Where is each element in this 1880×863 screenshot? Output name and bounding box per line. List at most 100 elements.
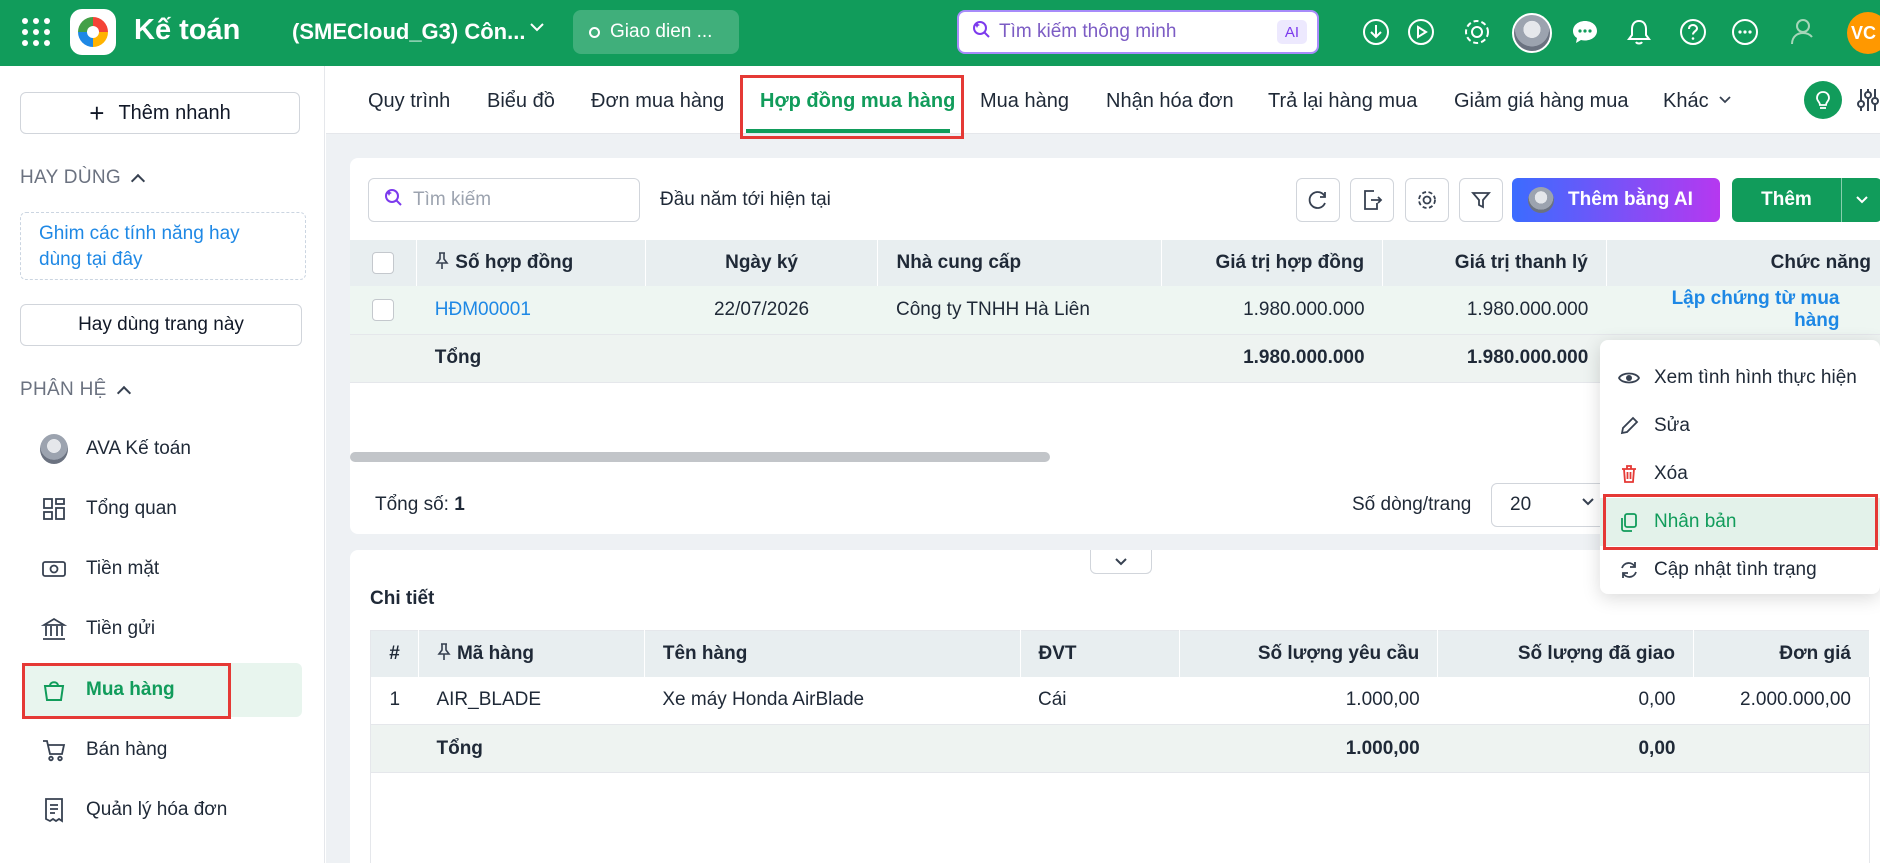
gear-icon[interactable] — [1461, 16, 1493, 48]
chevron-down-icon — [1580, 494, 1596, 516]
quantity-delivered: 0,00 — [1437, 676, 1694, 725]
cash-icon — [40, 555, 68, 583]
create-purchase-voucher-link[interactable]: Lập chứng từ mua hàng — [1606, 286, 1880, 335]
frequent-page-button[interactable]: Hay dùng trang này — [20, 304, 302, 346]
menu-item-delete[interactable]: Xóa — [1600, 450, 1880, 498]
bell-icon[interactable] — [1623, 16, 1655, 48]
contract-number-link[interactable]: HĐM00001 — [416, 286, 646, 335]
chat-icon[interactable] — [1569, 16, 1601, 48]
column-header[interactable]: Đơn giá — [1693, 630, 1871, 677]
column-header[interactable]: Tên hàng — [644, 630, 1021, 677]
total-row: Tổng 1.000,00 0,00 — [370, 724, 1870, 773]
more-icon[interactable] — [1729, 16, 1761, 48]
column-header[interactable]: Số lượng đã giao — [1437, 630, 1694, 677]
row-checkbox[interactable] — [372, 298, 395, 321]
export-icon — [1364, 190, 1383, 210]
tab-khac-label: Khác — [1663, 90, 1709, 112]
top-bar: Kế toán (SMECloud_G3) Côn... Giao dien .… — [0, 0, 1880, 66]
sidebar-item-quan-ly-hoa-don[interactable]: Quản lý hóa đơn — [22, 783, 302, 837]
column-header[interactable]: Giá trị thanh lý — [1382, 240, 1607, 286]
sparkle-search-icon — [383, 187, 403, 213]
app-launcher-icon[interactable] — [22, 18, 50, 46]
settings-button[interactable] — [1405, 178, 1449, 222]
modules-section-header[interactable]: PHÂN HỆ — [20, 379, 131, 401]
sidebar-item-ava-ke-toan[interactable]: AVA Kế toán — [22, 422, 302, 476]
tab-giam-gia-hang-mua[interactable]: Giảm giá hàng mua — [1454, 90, 1629, 113]
circle-icon — [589, 26, 600, 38]
user-settings-icon[interactable] — [1789, 16, 1821, 48]
tab-khac[interactable]: Khác — [1663, 90, 1732, 113]
sliders-icon[interactable] — [1856, 86, 1880, 119]
menu-item-update-status[interactable]: Cập nhật tình trạng — [1600, 546, 1880, 594]
table-row[interactable]: 1 AIR_BLADE Xe máy Honda AirBlade Cái 1.… — [370, 676, 1870, 725]
export-button[interactable] — [1350, 178, 1394, 222]
chevron-down-icon — [1719, 96, 1731, 104]
rows-per-page-select[interactable]: 20 — [1491, 483, 1611, 527]
select-all-checkbox[interactable] — [372, 251, 395, 274]
liquidation-value: 1.980.000.000 — [1382, 286, 1607, 335]
column-header[interactable]: Số lượng yêu cầu — [1179, 630, 1439, 677]
frequent-section-label: HAY DÙNG — [20, 167, 121, 188]
table-row[interactable]: HĐM00001 22/07/2026 Công ty TNHH Hà Liên… — [350, 286, 1880, 335]
column-header: Chức năng — [1606, 240, 1880, 286]
refresh-button[interactable] — [1296, 178, 1340, 222]
search-input[interactable]: Tìm kiếm — [368, 178, 640, 222]
tab-mua-hang[interactable]: Mua hàng — [980, 90, 1069, 113]
column-header[interactable]: Số hợp đồng — [416, 240, 646, 286]
menu-item-edit[interactable]: Sửa — [1600, 402, 1880, 450]
tab-bieu-do[interactable]: Biểu đồ — [487, 90, 555, 113]
quick-add-button[interactable]: + Thêm nhanh — [20, 92, 300, 134]
theme-button[interactable]: Giao dien ... — [573, 10, 739, 54]
column-header[interactable]: Mã hàng — [418, 630, 645, 677]
column-header[interactable]: Nhà cung cấp — [877, 240, 1162, 286]
pin-hint: Ghim các tính năng hay dùng tại đây — [20, 212, 306, 280]
cart-icon — [40, 736, 68, 764]
tab-tra-lai-hang-mua[interactable]: Trả lại hàng mua — [1268, 90, 1417, 113]
refresh-icon — [1308, 191, 1326, 209]
sidebar-item-label: Tiền gửi — [86, 618, 156, 639]
chevron-up-icon — [130, 173, 146, 189]
tab-quy-trinh[interactable]: Quy trình — [368, 90, 450, 113]
row-actions-menu: Xem tình hình thực hiện Sửa Xóa Nhân bản… — [1600, 340, 1880, 594]
column-header-label: Mã hàng — [456, 642, 535, 664]
filter-icon — [1471, 192, 1491, 209]
tab-nhan-hoa-don[interactable]: Nhận hóa đơn — [1106, 90, 1234, 113]
refresh-icon — [1618, 559, 1640, 581]
total-contract-value: 1.980.000.000 — [1161, 334, 1383, 383]
lightbulb-icon[interactable] — [1804, 81, 1842, 119]
collapse-toggle[interactable] — [1090, 550, 1152, 574]
user-initials-avatar[interactable]: VC — [1847, 12, 1880, 54]
column-header[interactable]: Giá trị hợp đồng — [1161, 240, 1384, 286]
period-filter[interactable]: Đầu năm tới hiện tại — [660, 189, 831, 211]
sidebar-item-tien-mat[interactable]: Tiền mặt — [22, 542, 302, 596]
filter-button[interactable] — [1459, 178, 1503, 222]
avatar[interactable] — [1511, 12, 1553, 54]
theme-label: Giao dien ... — [610, 21, 713, 42]
tab-don-mua-hang[interactable]: Đơn mua hàng — [591, 90, 724, 113]
quick-add-label: Thêm nhanh — [118, 101, 231, 124]
sidebar-item-tong-quan[interactable]: Tổng quan — [22, 482, 302, 536]
row-checkbox-cell[interactable] — [350, 286, 417, 335]
sidebar-item-ban-hang[interactable]: Bán hàng — [22, 723, 302, 777]
rows-per-page-value: 20 — [1510, 494, 1532, 515]
horizontal-scrollbar[interactable] — [350, 452, 1050, 462]
sidebar-item-tien-gui[interactable]: Tiền gửi — [22, 602, 302, 656]
download-icon[interactable] — [1360, 16, 1392, 48]
chevron-down-icon[interactable] — [1842, 192, 1880, 208]
select-all-cell[interactable] — [350, 240, 418, 286]
trash-icon — [1618, 463, 1640, 485]
total-count-value: 1 — [454, 494, 465, 515]
frequent-section-header[interactable]: HAY DÙNG — [20, 167, 146, 189]
help-icon[interactable] — [1677, 16, 1709, 48]
column-header[interactable]: ĐVT — [1020, 630, 1181, 677]
total-label: Tổng — [418, 724, 645, 773]
add-with-ai-button[interactable]: Thêm bằng AI — [1512, 178, 1720, 222]
play-icon[interactable] — [1405, 16, 1437, 48]
smart-search-input[interactable]: Tìm kiếm thông minh AI — [957, 10, 1319, 54]
menu-item-view-progress[interactable]: Xem tình hình thực hiện — [1600, 354, 1880, 402]
column-header[interactable]: Ngày ký — [645, 240, 879, 286]
add-button[interactable]: Thêm — [1732, 178, 1880, 222]
chevron-down-icon[interactable] — [528, 18, 546, 42]
contract-date: 22/07/2026 — [645, 286, 878, 335]
company-selector[interactable]: (SMECloud_G3) Côn... — [292, 19, 525, 45]
